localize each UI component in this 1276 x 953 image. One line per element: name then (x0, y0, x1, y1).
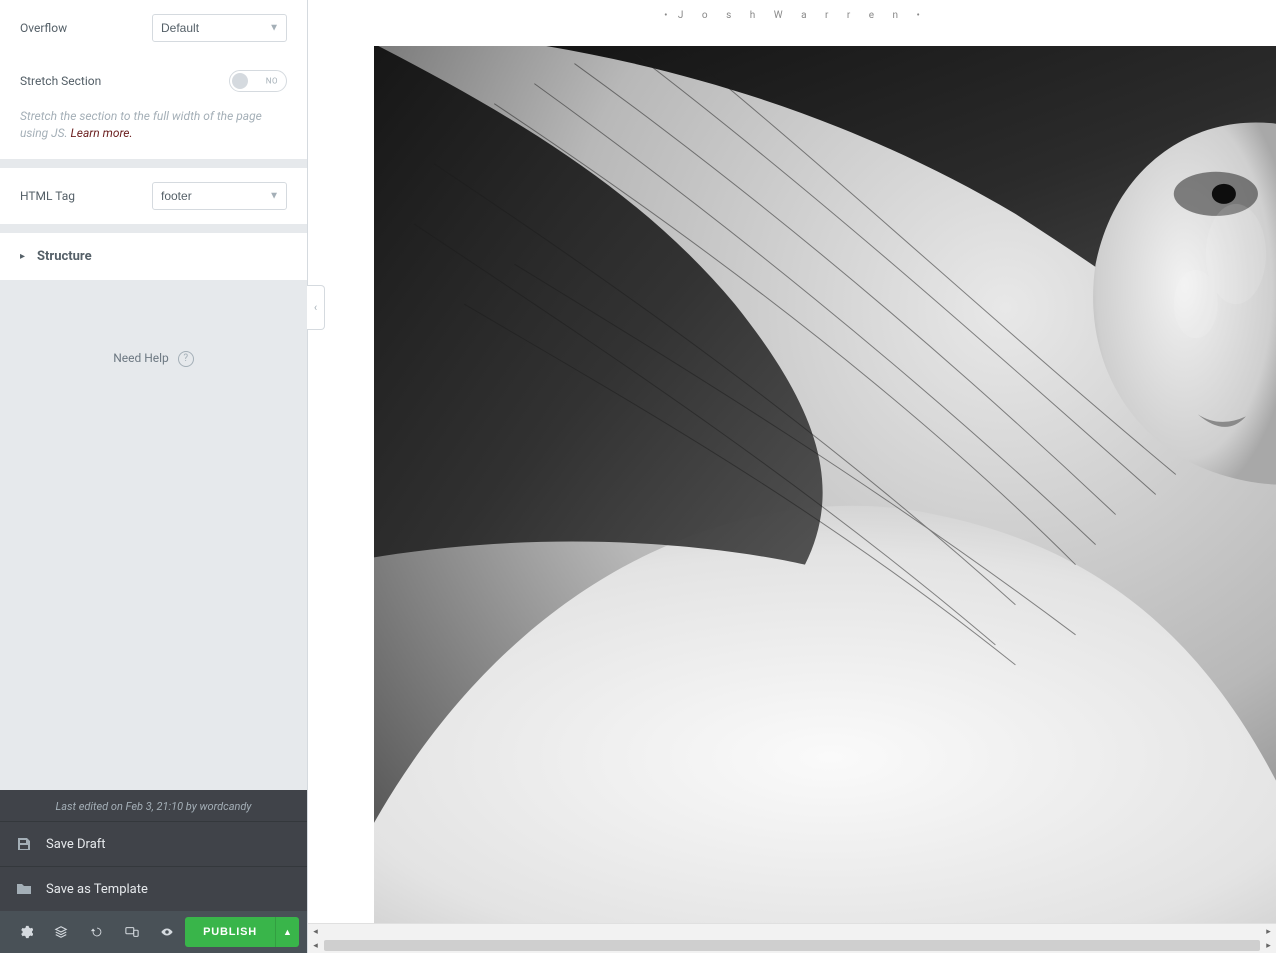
chevron-left-icon: ‹ (314, 301, 317, 314)
help-icon: ? (178, 351, 194, 367)
scroll-right-icon[interactable]: ▸ (1261, 938, 1276, 953)
overflow-label: Overflow (20, 21, 67, 35)
caret-up-icon: ▲ (283, 927, 292, 937)
bottom-toolbar: PUBLISH ▲ (0, 911, 307, 953)
overflow-select[interactable]: Default ▼ (152, 14, 287, 42)
collapse-sidebar-handle[interactable]: ‹ (307, 285, 325, 330)
brand-name: J o s h W a r r e n (678, 10, 906, 21)
setting-overflow: Overflow Default ▼ (0, 0, 307, 56)
toggle-knob (232, 73, 248, 89)
publish-button[interactable]: PUBLISH (185, 917, 275, 947)
chevron-right-icon: ▸ (20, 251, 25, 262)
navigator-icon[interactable] (43, 911, 78, 953)
setting-html-tag: HTML Tag footer ▼ (0, 168, 307, 224)
responsive-icon[interactable] (114, 911, 149, 953)
site-brand: • J o s h W a r r e n • (308, 10, 1276, 21)
scroll-left-icon[interactable]: ◂ (308, 924, 323, 939)
html-tag-label: HTML Tag (20, 189, 75, 203)
last-edited-meta: Last edited on Feb 3, 21:10 by wordcandy (0, 790, 307, 821)
hero-image (374, 46, 1276, 923)
learn-more-link[interactable]: Learn more. (71, 126, 133, 140)
need-help[interactable]: Need Help ? (0, 281, 307, 367)
horizontal-scroll-zone: ◂ ▸ ◂ ▸ (308, 923, 1276, 953)
scroll-left-icon[interactable]: ◂ (308, 938, 323, 953)
vertical-scrollbar[interactable] (1268, 0, 1276, 923)
publish-options-button[interactable]: ▲ (275, 917, 299, 947)
scroll-right-icon[interactable]: ▸ (1261, 924, 1276, 939)
preview-canvas: • J o s h W a r r e n • (308, 0, 1276, 953)
structure-label: Structure (37, 249, 92, 264)
html-tag-select[interactable]: footer ▼ (152, 182, 287, 210)
stretch-help-text: Stretch the section to the full width of… (0, 106, 307, 159)
preview-icon[interactable] (150, 911, 185, 953)
toggle-state: NO (266, 77, 278, 86)
folder-icon (16, 881, 32, 897)
stretch-label: Stretch Section (20, 74, 101, 88)
setting-stretch: Stretch Section NO (0, 56, 307, 106)
save-template-button[interactable]: Save as Template (0, 866, 307, 911)
settings-icon[interactable] (8, 911, 43, 953)
scrollbar-thumb[interactable] (324, 940, 1260, 951)
save-icon (16, 836, 32, 852)
save-draft-button[interactable]: Save Draft (0, 821, 307, 866)
structure-panel[interactable]: ▸ Structure (0, 225, 307, 281)
stretch-toggle[interactable]: NO (229, 70, 287, 92)
history-icon[interactable] (79, 911, 114, 953)
